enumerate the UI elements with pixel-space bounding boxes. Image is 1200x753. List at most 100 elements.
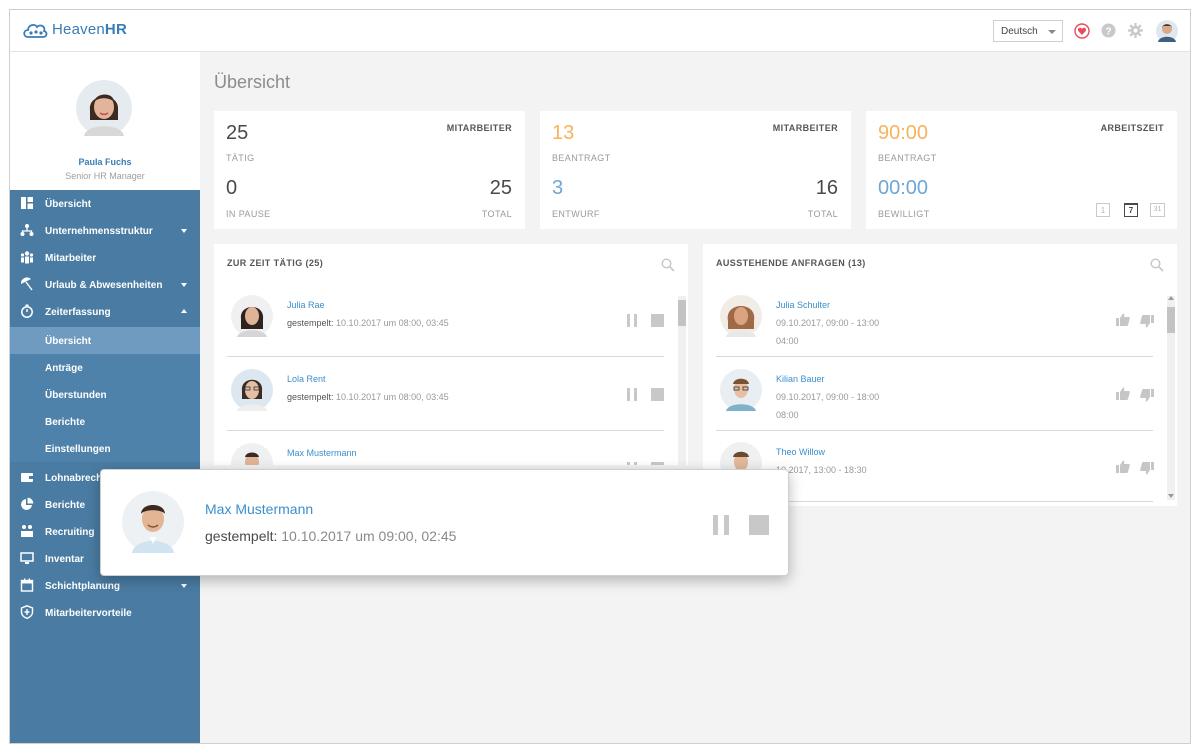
nav-item-mitarbeitervorteile[interactable]: Mitarbeitervorteile [10, 599, 200, 626]
subnav-item-einstellungen[interactable]: Einstellungen [10, 435, 200, 462]
draft-label: ENTWURF [552, 209, 600, 219]
thumbs-up-icon[interactable] [1116, 460, 1130, 473]
active-count: 25 [226, 122, 249, 144]
subnav-item-uebersicht[interactable]: Übersicht [10, 327, 200, 354]
thumbs-down-icon[interactable] [1140, 462, 1154, 475]
total-count: 16 [815, 177, 838, 199]
scroll-down-arrow[interactable] [1168, 494, 1174, 498]
pause-button[interactable] [627, 388, 637, 401]
profile-avatar[interactable] [76, 80, 132, 136]
thumbs-down-icon[interactable] [1140, 389, 1154, 402]
scrollbar-thumb[interactable] [1167, 307, 1175, 333]
svg-text:?: ? [1105, 26, 1111, 37]
pause-button[interactable] [713, 515, 729, 535]
list-item[interactable]: Kilian Bauer 09.10.2017, 09:00 - 18:00 0… [716, 357, 1167, 431]
stop-button[interactable] [651, 314, 664, 327]
period-week-button[interactable]: 7 [1124, 203, 1138, 217]
avatar [122, 491, 184, 553]
recruiting-icon [21, 525, 33, 537]
list-item[interactable]: Max Mustermann [227, 431, 678, 465]
nav-item-unternehmensstruktur[interactable]: Unternehmensstruktur [10, 217, 200, 244]
nav-item-label: Urlaub & Abwesenheiten [45, 280, 163, 291]
nav-item-zeiterfassung[interactable]: Zeiterfassung [10, 298, 200, 325]
stamp-value: 10.10.2017 um 08:00, 03:45 [336, 318, 449, 328]
nav-item-urlaub[interactable]: Urlaub & Abwesenheiten [10, 271, 200, 298]
scrollbar[interactable] [678, 296, 686, 465]
request-duration: 04:00 [776, 336, 799, 346]
logo[interactable]: HeavenHR [22, 21, 127, 38]
period-day-button[interactable]: 1 [1096, 203, 1110, 217]
beach-umbrella-icon [20, 277, 33, 291]
language-select[interactable]: Deutsch [993, 20, 1063, 42]
language-select-value: Deutsch [1001, 26, 1038, 37]
list-item[interactable]: Julia Schulter 09.10.2017, 09:00 - 13:00… [716, 283, 1167, 357]
subnav-item-label: Überstunden [45, 390, 107, 401]
total-label: TOTAL [481, 209, 512, 219]
profile-panel: Paula Fuchs Senior HR Manager [10, 52, 200, 190]
pause-button[interactable] [627, 314, 637, 327]
nav-item-label: Zeiterfassung [45, 307, 111, 318]
nav-item-schichtplanung[interactable]: Schichtplanung [10, 572, 200, 599]
user-avatar[interactable] [1156, 20, 1178, 42]
subnav-item-ueberstunden[interactable]: Überstunden [10, 381, 200, 408]
stop-button[interactable] [651, 462, 664, 465]
employees-card: MITARBEITER 25 TÄTIG 0 IN PAUSE 25 TOTAL [214, 111, 525, 229]
subnav-item-label: Berichte [45, 417, 86, 428]
employee-highlight-card[interactable]: Max Mustermann gestempelt: 10.10.2017 um… [100, 469, 789, 576]
subnav-item-berichte[interactable]: Berichte [10, 408, 200, 435]
requester-name[interactable]: Theo Willow [776, 447, 825, 457]
avatar [231, 295, 273, 337]
chevron-down-icon [1048, 30, 1056, 34]
subnav-item-label: Einstellungen [45, 444, 111, 455]
stamp-label: gestempelt: [287, 318, 334, 328]
monitor-icon [20, 552, 34, 564]
nav-item-label: Unternehmensstruktur [45, 226, 153, 237]
nav-item-mitarbeiter[interactable]: Mitarbeiter [10, 244, 200, 271]
pause-button[interactable] [627, 462, 637, 465]
search-icon[interactable] [1150, 258, 1164, 272]
thumbs-up-icon[interactable] [1116, 313, 1130, 326]
nav-item-label: Berichte [45, 500, 86, 511]
scrollbar-thumb[interactable] [678, 300, 686, 326]
shield-icon [20, 605, 34, 619]
avatar [231, 443, 273, 465]
requester-name[interactable]: Kilian Bauer [776, 374, 825, 384]
employee-name[interactable]: Lola Rent [287, 374, 326, 384]
active-now-panel: ZUR ZEIT TÄTIG (25) Julia Rae gestempelt… [214, 244, 688, 465]
employee-name[interactable]: Max Mustermann [287, 448, 357, 458]
nav-item-label: Übersicht [45, 199, 92, 210]
card-header: MITARBEITER [446, 123, 512, 133]
help-icon[interactable]: ? [1101, 23, 1116, 38]
thumbs-up-icon[interactable] [1116, 387, 1130, 400]
search-icon[interactable] [661, 258, 675, 272]
stop-button[interactable] [749, 515, 769, 535]
requester-name[interactable]: Julia Schulter [776, 300, 830, 310]
nav-item-label: Mitarbeiter [45, 253, 97, 264]
employee-name[interactable]: Julia Rae [287, 300, 325, 310]
avatar [720, 369, 762, 411]
heart-badge-icon[interactable] [1074, 23, 1090, 39]
scroll-up-arrow[interactable] [1168, 296, 1174, 300]
period-month-button[interactable]: 31 [1150, 203, 1165, 217]
employee-name[interactable]: Max Mustermann [205, 501, 313, 517]
list-item[interactable]: Julia Rae gestempelt: 10.10.2017 um 08:0… [227, 283, 678, 357]
total-label: TOTAL [807, 209, 838, 219]
nav-item-uebersicht[interactable]: Übersicht [10, 190, 200, 217]
panel-title: AUSSTEHENDE ANFRAGEN (13) [716, 258, 866, 268]
profile-name[interactable]: Paula Fuchs [10, 157, 200, 167]
profile-role: Senior HR Manager [65, 171, 145, 181]
people-icon [20, 251, 34, 264]
scrollbar[interactable] [1167, 296, 1175, 500]
subnav-item-antraege[interactable]: Anträge [10, 354, 200, 381]
thumbs-down-icon[interactable] [1140, 315, 1154, 328]
gear-icon[interactable] [1128, 23, 1143, 38]
stop-button[interactable] [651, 388, 664, 401]
request-range: 09.10.2017, 09:00 - 18:00 [776, 392, 880, 402]
list-item[interactable]: Lola Rent gestempelt: 10.10.2017 um 08:0… [227, 357, 678, 431]
stamp-value: 10.10.2017 um 09:00, 02:45 [281, 528, 457, 544]
stamp-line: gestempelt: 10.10.2017 um 08:00, 03:45 [287, 318, 449, 328]
nav-item-label: Inventar [45, 554, 84, 565]
avatar [231, 369, 273, 411]
app-window: HeavenHR Deutsch ? Paula Fuchs Senior HR… [9, 9, 1191, 744]
top-bar: HeavenHR Deutsch ? [10, 10, 1190, 52]
